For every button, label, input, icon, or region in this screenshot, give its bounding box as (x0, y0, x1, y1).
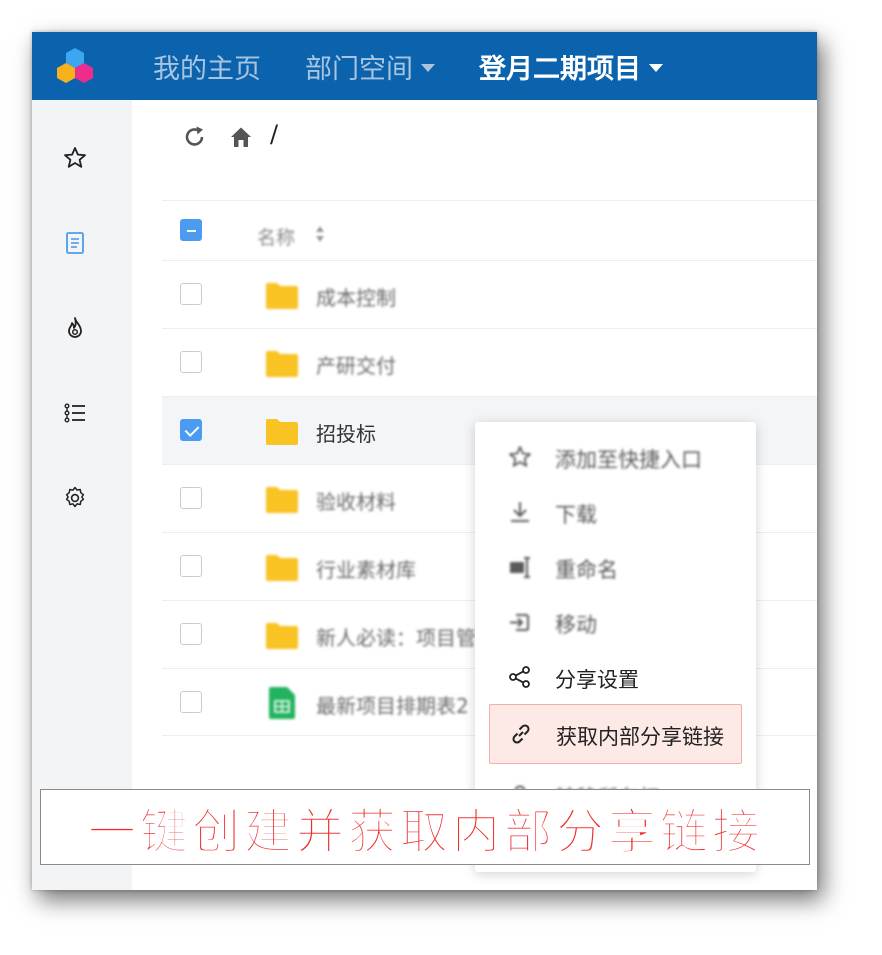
breadcrumb-separator: / (270, 120, 279, 148)
caption-text: 一键创建并获取内部分享链接 (87, 804, 764, 861)
file-name[interactable]: 最新项目排期表2 (316, 690, 469, 719)
app-logo-icon[interactable] (54, 44, 96, 86)
folder-icon (266, 419, 298, 445)
chevron-down-icon (421, 64, 435, 72)
top-nav-bar: 我的主页 部门空间 登月二期项目 (32, 32, 817, 100)
select-all-checkbox[interactable] (180, 219, 202, 241)
menu-item-label: 添加至快捷入口 (555, 448, 702, 472)
download-icon (511, 502, 529, 522)
toolbar: / (132, 100, 817, 170)
menu-item-move[interactable]: 移动 (489, 595, 742, 651)
menu-item-download[interactable]: 下载 (489, 485, 742, 541)
file-name[interactable]: 招投标 (316, 418, 376, 447)
file-name[interactable]: 成本控制 (316, 282, 396, 311)
link-icon (512, 724, 530, 744)
file-name[interactable]: 验收材料 (316, 486, 396, 515)
menu-item-label: 分享设置 (555, 668, 639, 692)
row-checkbox[interactable] (180, 351, 202, 373)
screenshot-frame: 我的主页 部门空间 登月二期项目 / 名称 成本控制 产研交付 招投标 验收材料… (32, 32, 817, 890)
menu-item-label: 重命名 (555, 558, 618, 582)
file-name[interactable]: 新人必读：项目管 (316, 622, 476, 651)
file-name[interactable]: 产研交付 (316, 350, 396, 379)
nav-project-space[interactable]: 登月二期项目 (479, 32, 663, 100)
document-icon[interactable] (62, 230, 88, 256)
table-header: 名称 (162, 200, 817, 268)
fire-icon[interactable] (62, 315, 88, 341)
nav-department-space[interactable]: 部门空间 (305, 32, 435, 100)
folder-icon (266, 555, 298, 581)
table-row[interactable]: 产研交付 (162, 328, 817, 396)
spreadsheet-icon (269, 687, 295, 719)
folder-icon (266, 283, 298, 309)
caption-banner: 一键创建并获取内部分享链接 (40, 789, 810, 865)
rename-icon (510, 557, 530, 578)
star-icon (509, 446, 531, 467)
row-checkbox[interactable] (180, 419, 202, 441)
file-name[interactable]: 行业素材库 (316, 554, 416, 583)
nav-department-space-label: 部门空间 (305, 53, 413, 85)
menu-item-get-internal-link[interactable]: 获取内部分享链接 (489, 704, 742, 764)
list-icon[interactable] (62, 400, 88, 426)
home-icon[interactable] (228, 124, 254, 150)
sidebar (32, 100, 132, 890)
menu-item-label: 移动 (555, 613, 597, 637)
row-checkbox[interactable] (180, 691, 202, 713)
nav-my-home-label: 我的主页 (153, 53, 261, 85)
row-checkbox[interactable] (180, 623, 202, 645)
row-checkbox[interactable] (180, 487, 202, 509)
menu-item-share-settings[interactable]: 分享设置 (489, 650, 742, 706)
star-icon[interactable] (62, 145, 88, 171)
row-checkbox[interactable] (180, 555, 202, 577)
menu-item-rename[interactable]: 重命名 (489, 540, 742, 596)
gear-icon[interactable] (62, 485, 88, 511)
table-row[interactable]: 成本控制 (162, 260, 817, 328)
menu-item-add-shortcut[interactable]: 添加至快捷入口 (489, 430, 742, 486)
folder-icon (266, 351, 298, 377)
nav-my-home[interactable]: 我的主页 (153, 32, 261, 100)
folder-icon (266, 623, 298, 649)
refresh-icon[interactable] (182, 124, 208, 150)
folder-icon (266, 487, 298, 513)
row-checkbox[interactable] (180, 283, 202, 305)
menu-item-label: 下载 (555, 503, 597, 527)
menu-item-label: 获取内部分享链接 (556, 725, 724, 749)
nav-project-space-label: 登月二期项目 (479, 53, 641, 85)
name-column-header[interactable]: 名称 (257, 223, 295, 250)
move-icon (510, 614, 529, 631)
sort-icon[interactable] (314, 223, 326, 245)
chevron-down-icon (649, 64, 663, 72)
share-icon (509, 666, 530, 688)
